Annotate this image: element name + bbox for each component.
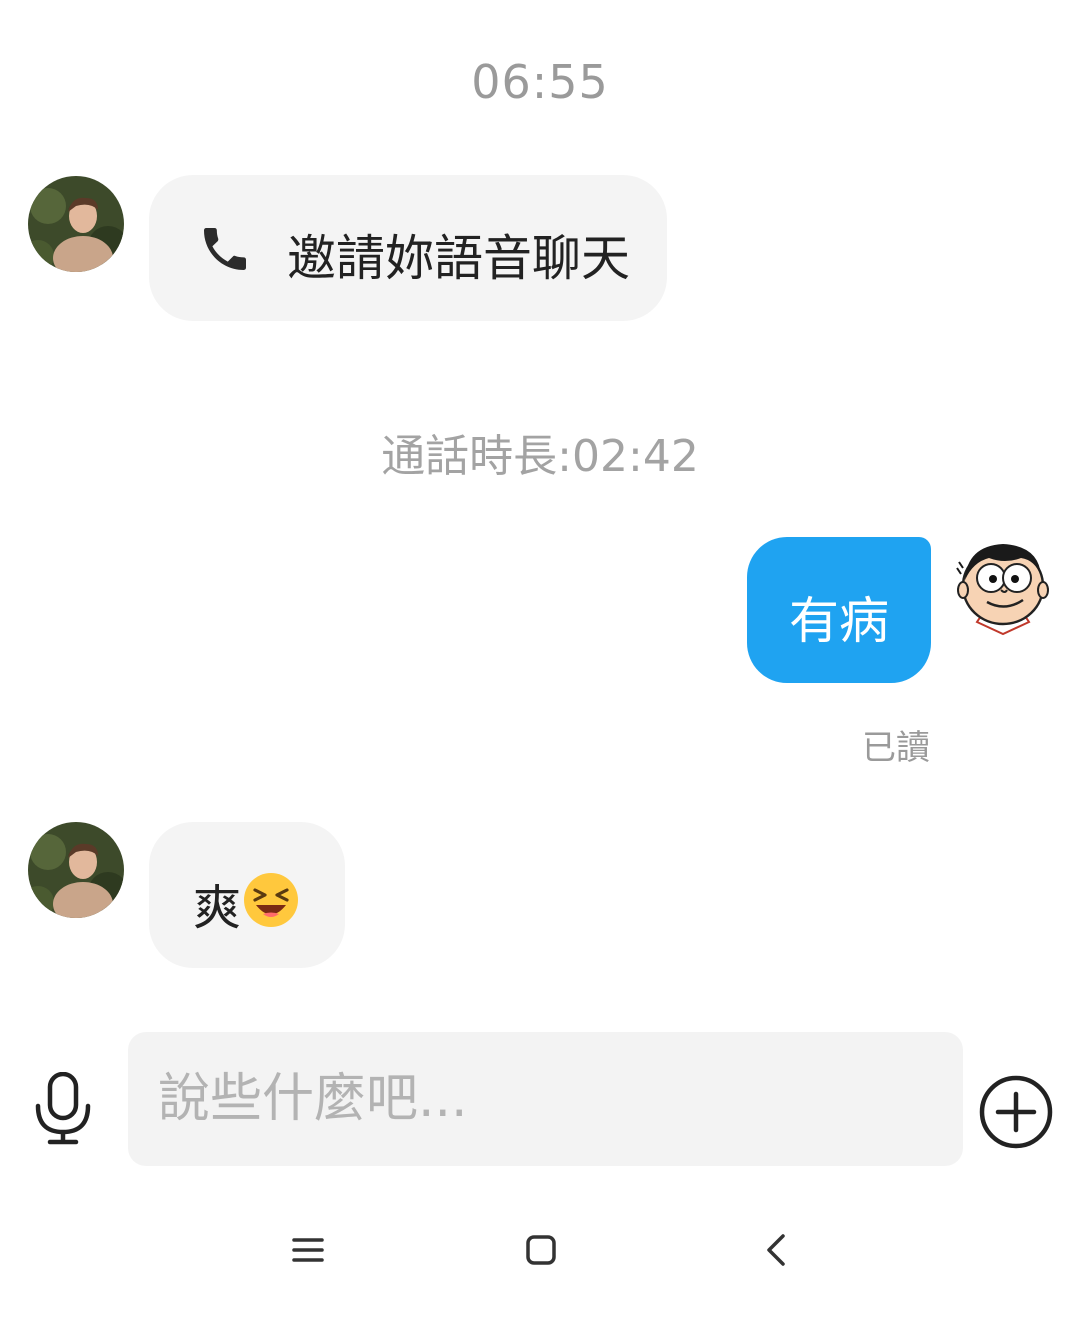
outgoing-message-text: 有病 [789,592,889,650]
microphone-icon[interactable] [30,1072,96,1146]
outgoing-message-bubble[interactable]: 有病 [747,537,931,683]
call-duration: 通話時長:02:42 [381,431,699,482]
incoming-message-text: 爽 [193,880,242,936]
phone-icon [204,228,246,270]
chat-screen: 06:55 邀請妳語音聊天 通話時長:02:42 有病 已讀 爽 說些什麼吧..… [0,0,1080,1317]
own-avatar[interactable] [955,536,1051,636]
message-timestamp: 06:55 [471,55,609,109]
call-invite-text: 邀請妳語音聊天 [287,230,631,287]
message-input[interactable] [128,1032,963,1166]
laughing-emoji-icon [244,873,298,927]
home-icon[interactable] [521,1230,561,1270]
read-receipt: 已讀 [862,728,930,768]
contact-avatar[interactable] [28,822,124,918]
message-input-bar [0,1032,1080,1166]
back-icon[interactable] [757,1230,797,1270]
plus-circle-icon[interactable] [978,1074,1054,1150]
incoming-message-bubble[interactable]: 爽 [149,822,345,968]
system-navigation-bar [0,1210,1080,1290]
menu-icon[interactable] [288,1230,328,1270]
contact-avatar[interactable] [28,176,124,272]
call-invite-bubble[interactable]: 邀請妳語音聊天 [149,175,667,321]
